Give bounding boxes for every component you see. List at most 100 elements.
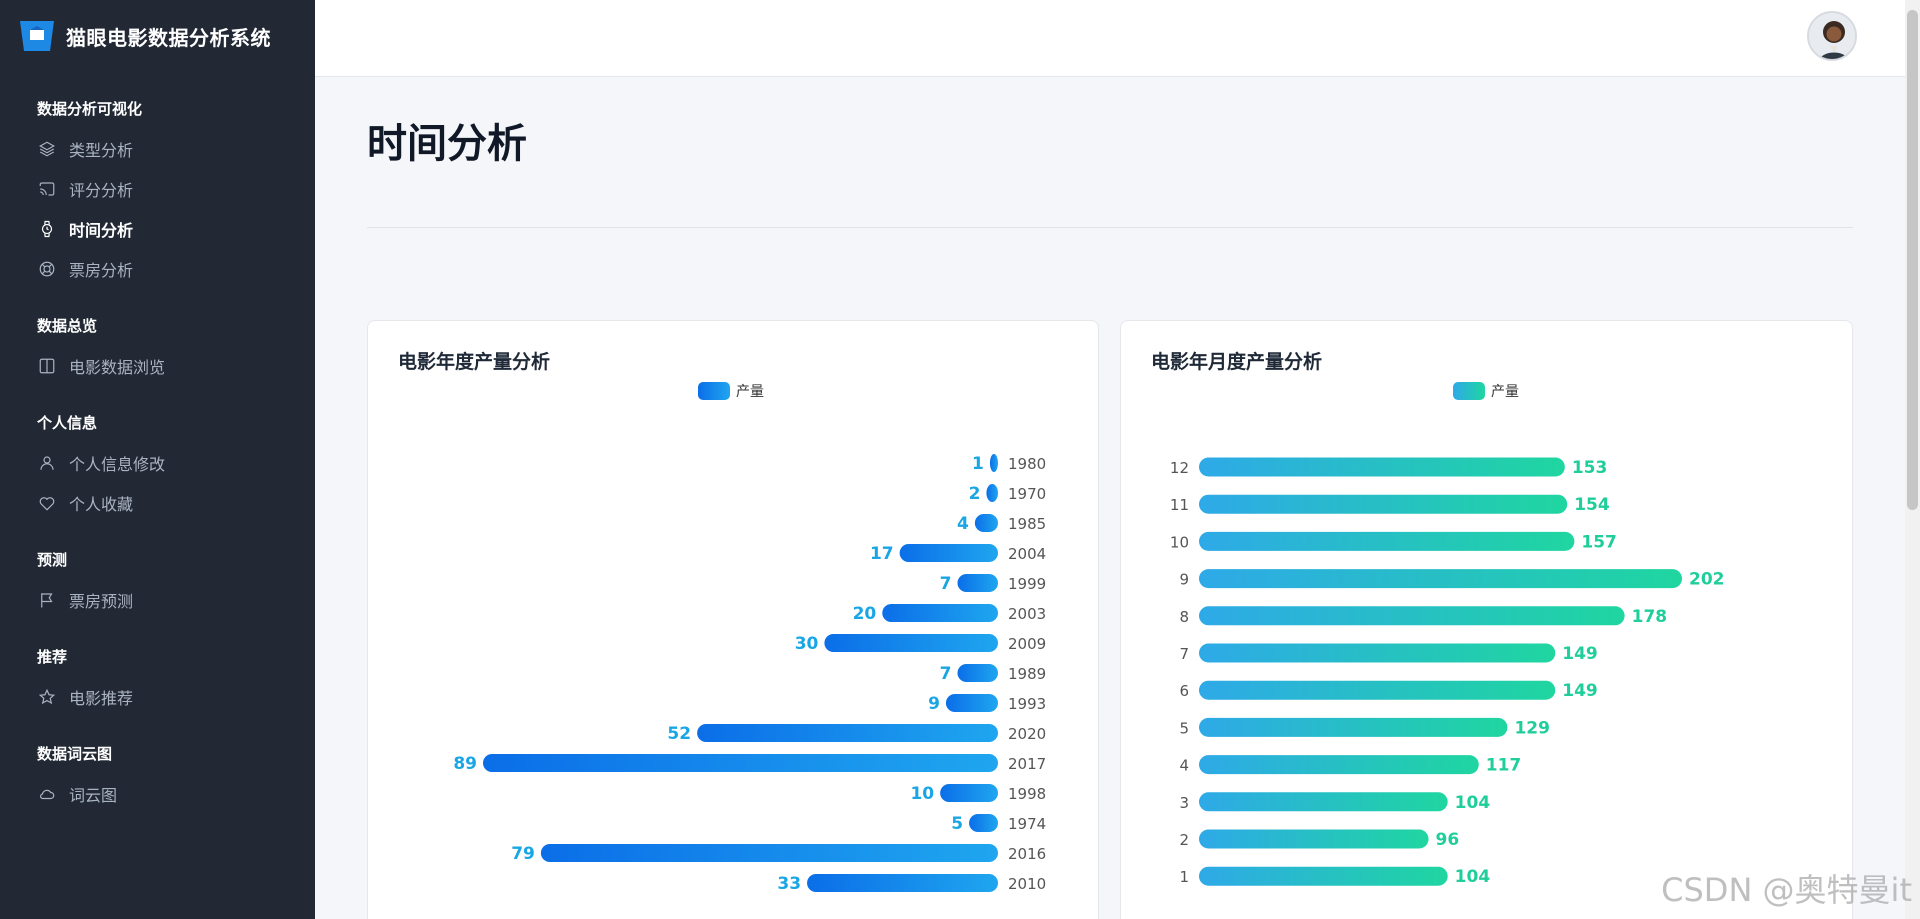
year-bar[interactable] [807,874,998,892]
bar-value-label: 33 [777,874,801,894]
layers-icon [37,139,57,159]
month-bar[interactable] [1199,643,1556,663]
year-bar[interactable] [697,724,998,742]
bar-value-label: 96 [1436,830,1460,850]
monthly-bar-chart[interactable]: 153 12 154 11 157 10 202 9 178 8 149 7 149 6 129 5 117 4 1… [1121,321,1852,919]
bar-value-label: 5 [951,814,963,834]
bar-value-label: 104 [1455,793,1491,813]
bar-value-label: 2 [969,484,981,504]
category-label: 2003 [1008,605,1046,623]
year-bar[interactable] [989,454,998,472]
bar-value-label: 20 [853,604,877,624]
yearly-bar-chart[interactable]: 1 1980 2 1970 4 1985 17 2004 7 1999 20 2003 30 2009 7 1… [368,321,1098,919]
category-label: 1970 [1008,485,1046,503]
watch-icon [37,219,57,239]
sidebar-menu: 数据分析可视化 类型分析 评分分析 时间分析 票房分析 数据总览 电影数据浏览 个人信息 个人信… [0,98,315,814]
category-label: 1 [1179,868,1189,886]
year-bar[interactable] [945,694,998,712]
user-avatar[interactable] [1807,11,1857,61]
star-icon [37,687,57,707]
month-bar[interactable] [1199,494,1568,514]
bar-value-label: 149 [1562,681,1598,701]
category-label: 1985 [1008,515,1046,533]
category-label: 2004 [1008,545,1046,563]
sidebar-section-title: 推荐 [37,648,68,666]
year-bar[interactable] [882,604,998,622]
category-label: 10 [1170,533,1189,551]
sidebar-item[interactable]: 个人信息修改 [0,443,315,483]
sidebar-item[interactable]: 电影数据浏览 [0,346,315,386]
avatar-image [1809,13,1855,59]
category-label: 1980 [1008,455,1046,473]
category-label: 1989 [1008,665,1046,683]
bar-value-label: 9 [928,694,940,714]
year-bar[interactable] [483,754,998,772]
sidebar-item[interactable]: 个人收藏 [0,483,315,523]
sidebar-section-title: 数据词云图 [37,745,113,763]
brand[interactable]: 猫眼电影数据分析系统 [0,0,315,72]
month-bar[interactable] [1199,755,1479,775]
year-bar[interactable] [986,484,998,502]
month-bar[interactable] [1199,569,1682,589]
sidebar-item-label: 词云图 [69,786,118,805]
bar-value-label: 149 [1562,644,1598,664]
category-label: 7 [1179,645,1189,663]
sidebar: 猫眼电影数据分析系统 数据分析可视化类型分析评分分析时间分析票房分析数据总览电影… [0,0,315,919]
month-bar[interactable] [1199,717,1508,737]
sidebar-item[interactable]: 票房分析 [0,249,315,289]
flag-icon [37,590,57,610]
category-label: 2 [1179,831,1189,849]
sidebar-section-title: 数据总览 [37,317,98,335]
category-label: 2016 [1008,845,1046,863]
year-bar[interactable] [957,664,998,682]
category-label: 2020 [1008,725,1046,743]
month-bar[interactable] [1199,531,1575,551]
sidebar-item-label: 个人信息修改 [69,455,166,474]
bar-value-label: 1 [972,454,984,474]
sidebar-item-label: 类型分析 [69,141,134,160]
sidebar-item-label: 票房分析 [69,261,134,280]
sidebar-item[interactable]: 评分分析 [0,169,315,209]
yearly-chart-svg: 1 1980 2 1970 4 1985 17 2004 7 1999 20 2003 30 2009 7 1… [453,454,1046,894]
category-label: 1999 [1008,575,1046,593]
sidebar-item[interactable]: 票房预测 [0,580,315,620]
month-bar[interactable] [1199,866,1448,886]
bar-value-label: 17 [870,544,894,564]
bar-value-label: 10 [910,784,934,804]
bar-value-label: 79 [511,844,535,864]
sidebar-item[interactable]: 词云图 [0,774,315,814]
bar-value-label: 7 [940,574,952,594]
year-bar[interactable] [969,814,998,832]
sidebar-section-title: 预测 [37,551,68,569]
sidebar-item-label: 个人收藏 [69,495,134,514]
sidebar-item[interactable]: 电影推荐 [0,677,315,717]
month-bar[interactable] [1199,829,1429,849]
sidebar-item-label: 电影数据浏览 [69,358,166,377]
sidebar-section-title: 数据分析可视化 [37,100,143,118]
vertical-scrollbar[interactable] [1905,0,1920,919]
sidebar-item[interactable]: 类型分析 [0,129,315,169]
bar-value-label: 178 [1632,607,1668,627]
scrollbar-thumb[interactable] [1907,10,1918,510]
year-bar[interactable] [940,784,998,802]
columns-icon [37,356,57,376]
month-bar[interactable] [1199,606,1625,626]
month-bar[interactable] [1199,457,1565,477]
yearly-production-card: 电影年度产量分析 产量 1 1980 2 1970 4 1985 17 2004 7 1999 20… [367,320,1099,919]
heart-icon [37,493,57,513]
category-label: 11 [1170,496,1189,514]
monthly-production-card: 电影年月度产量分析 产量 153 12 154 11 157 10 202 9 178 8 149 7… [1120,320,1853,919]
year-bar[interactable] [974,514,998,532]
year-bar[interactable] [540,844,998,862]
year-bar[interactable] [824,634,998,652]
month-bar[interactable] [1199,680,1556,700]
sidebar-item-label: 评分分析 [69,181,134,200]
category-label: 2010 [1008,875,1046,893]
month-bar[interactable] [1199,792,1448,812]
sidebar-item-label: 电影推荐 [69,689,134,708]
cloud-icon [37,784,57,804]
sidebar-item[interactable]: 时间分析 [0,209,315,249]
bar-value-label: 4 [957,514,969,534]
year-bar[interactable] [899,544,998,562]
year-bar[interactable] [957,574,998,592]
